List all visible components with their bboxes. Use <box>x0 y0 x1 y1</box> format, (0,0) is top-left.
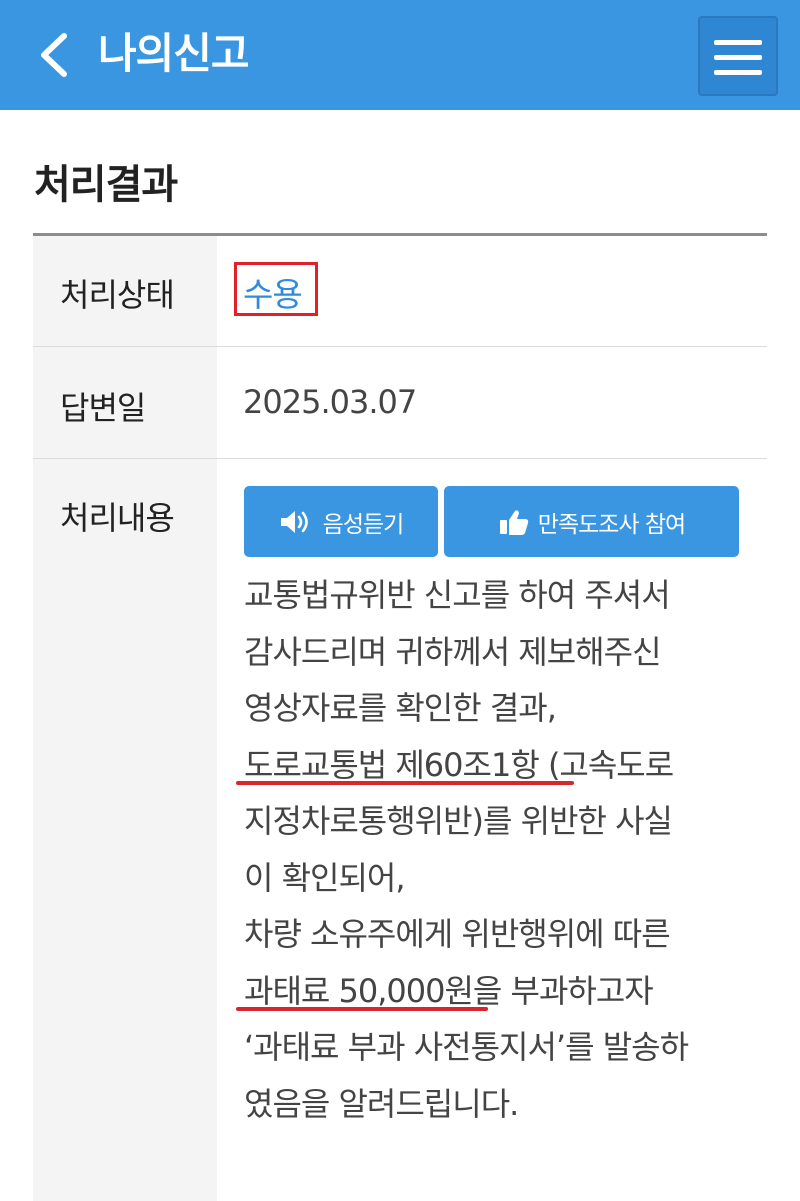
content-label: 처리내용 <box>60 499 175 537</box>
status-label: 처리상태 <box>60 276 175 314</box>
chevron-left-icon <box>41 33 67 77</box>
result-table: 처리상태 수용 답변일 2025.03.07 처리내용 음성듣기 만족도조사 참… <box>33 233 767 1201</box>
thumbs-up-icon <box>499 509 529 535</box>
content-line-fine: 과태료 50,000원을 부과하고자 <box>236 963 744 1020</box>
content-line: 였음을 알려드립니다. <box>244 1084 519 1123</box>
status-row: 처리상태 수용 <box>33 236 767 347</box>
satisfaction-survey-label: 만족도조사 참여 <box>537 511 686 538</box>
result-content-text: 교통법규위반 신고를 하여 주셔서 감사드리며 귀하께서 제보해주신 영상자료를… <box>236 567 744 1132</box>
answer-date-row: 답변일 2025.03.07 <box>33 347 767 459</box>
voice-listen-button[interactable]: 음성듣기 <box>244 486 438 557</box>
answer-date-label: 답변일 <box>60 389 146 427</box>
content-line: 지정차로통행위반)를 위반한 사실 <box>244 802 673 840</box>
satisfaction-survey-button[interactable]: 만족도조사 참여 <box>444 486 739 557</box>
menu-button[interactable] <box>698 16 778 96</box>
content-line: 영상자료를 확인한 결과, <box>244 689 557 727</box>
red-underline-fine <box>236 1006 488 1011</box>
voice-listen-label: 음성듣기 <box>322 511 405 538</box>
status-value: 수용 <box>243 275 303 314</box>
content-line-law: 도로교통법 제60조1항 (고속도로 <box>236 737 744 794</box>
speaker-icon <box>280 510 308 533</box>
content-line: 차량 소유주에게 위반행위에 따른 <box>244 915 671 953</box>
back-button[interactable] <box>30 26 80 84</box>
page-title: 나의신고 <box>98 29 250 78</box>
content-line: ‘과태료 부과 사전통지서’를 발송하 <box>244 1028 689 1066</box>
content-line: 이 확인되어, <box>244 858 406 897</box>
red-underline-law <box>236 780 574 785</box>
app-header: 나의신고 <box>0 0 800 110</box>
section-title: 처리결과 <box>34 162 178 208</box>
answer-date-value: 2025.03.07 <box>243 383 417 421</box>
content-row: 처리내용 음성듣기 만족도조사 참여 교통법규위반 신고를 하여 주셔서 감사드… <box>33 459 767 1201</box>
content-line: 감사드리며 귀하께서 제보해주신 <box>244 632 662 671</box>
status-highlight-box: 수용 <box>234 262 318 316</box>
content-line: 교통법규위반 신고를 하여 주셔서 <box>244 576 671 614</box>
